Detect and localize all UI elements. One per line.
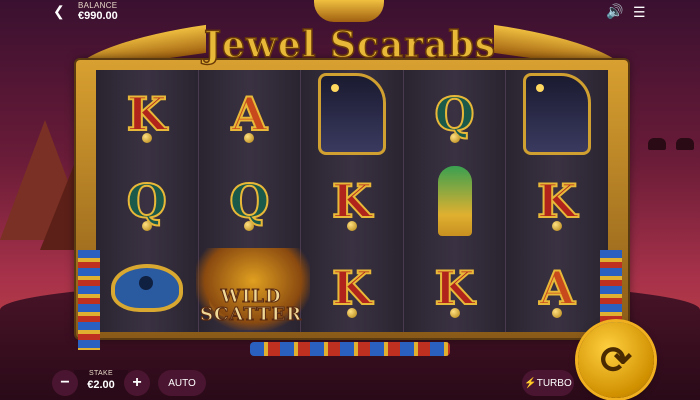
- symbol-cell: [301, 70, 403, 157]
- game-title: Jewel Scarabs: [203, 23, 497, 67]
- symbol-cell: K: [404, 245, 506, 332]
- symbol-q: Q: [228, 173, 270, 229]
- symbol-cell: [404, 157, 506, 244]
- symbol-cell: K: [506, 157, 608, 244]
- gem-icon: [346, 307, 357, 318]
- turbo-button[interactable]: ⚡ TURBO: [522, 370, 574, 396]
- reel-grid: K Q A Q K K Q K K A: [96, 70, 608, 332]
- turbo-label: TURBO: [536, 377, 572, 389]
- gem-icon: [552, 220, 563, 231]
- reel: K Q: [96, 70, 199, 332]
- gem-icon: [449, 307, 460, 318]
- camel-silhouette: [648, 138, 666, 150]
- gem-icon: [552, 307, 563, 318]
- increase-stake-button[interactable]: +: [124, 370, 150, 396]
- scarab-emblem: [314, 0, 384, 22]
- anubis-icon: [523, 72, 592, 155]
- eye-of-horus-icon: [110, 264, 183, 313]
- symbol-cell: Q: [199, 157, 301, 244]
- reel: K K: [301, 70, 404, 332]
- symbol-q: Q: [126, 173, 168, 229]
- gem-icon: [141, 220, 152, 231]
- symbol-cell: [96, 245, 198, 332]
- balance-label: BALANCE: [78, 1, 118, 10]
- gem-icon: [449, 133, 460, 144]
- bottom-ornament: [250, 342, 450, 356]
- reel: Q K: [403, 70, 507, 332]
- lightning-icon: ⚡: [524, 377, 537, 389]
- symbol-cell: K: [301, 245, 403, 332]
- anubis-icon: [317, 72, 386, 155]
- scatter-text: SCATTER: [199, 304, 303, 325]
- autoplay-button[interactable]: AUTO: [158, 370, 206, 396]
- symbol-cell: K: [96, 70, 198, 157]
- hamburger-menu-icon[interactable]: ☰: [633, 4, 646, 21]
- symbol-k: K: [536, 173, 578, 229]
- refresh-icon: ⟳: [600, 339, 632, 382]
- reel: K A: [506, 70, 608, 332]
- wild-scatter-label: WILD SCATTER: [199, 287, 303, 325]
- symbol-cell: A: [506, 245, 608, 332]
- gem-icon: [244, 133, 255, 144]
- gem-icon: [141, 133, 152, 144]
- symbol-cell: [506, 70, 608, 157]
- gem-icon: [346, 220, 357, 231]
- symbol-cell: Q: [96, 157, 198, 244]
- symbol-k: K: [331, 173, 373, 229]
- left-pillar-ornament: [78, 250, 100, 350]
- falcon-icon: [437, 165, 472, 236]
- stake-value: €2.00: [87, 379, 115, 391]
- balance-value: €990.00: [78, 10, 118, 22]
- symbol-cell: A: [199, 70, 301, 157]
- camel-silhouette: [676, 138, 694, 150]
- back-arrow-icon[interactable]: ❮: [53, 3, 65, 20]
- gem-icon: [244, 220, 255, 231]
- decrease-stake-button[interactable]: −: [52, 370, 78, 396]
- symbol-cell: Q: [404, 70, 506, 157]
- spin-button[interactable]: ⟳: [578, 322, 654, 398]
- speaker-icon[interactable]: 🔊: [606, 3, 623, 20]
- stake-label: STAKE: [89, 370, 113, 377]
- stake-control: − STAKE €2.00 +: [52, 370, 152, 396]
- symbol-cell: K: [301, 157, 403, 244]
